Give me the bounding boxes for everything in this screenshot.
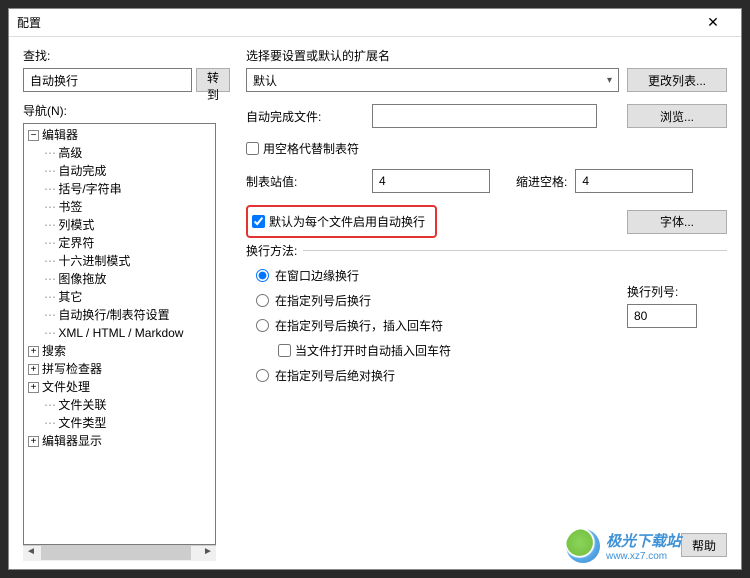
nav-label: 导航(N): bbox=[23, 102, 216, 119]
search-label: 查找: bbox=[23, 47, 216, 64]
tree-item-label: 图像拖放 bbox=[58, 272, 106, 286]
wrap-radio-window-edge[interactable]: 在窗口边缘换行 bbox=[256, 267, 727, 284]
wrap-radio-absolute[interactable]: 在指定列号后绝对换行 bbox=[256, 367, 727, 384]
tree-item[interactable]: ⋯ 书签 bbox=[24, 198, 215, 216]
enable-wrap-checkbox[interactable]: 默认为每个文件启用自动换行 bbox=[252, 213, 425, 230]
tree-item-label: 编辑器显示 bbox=[42, 434, 102, 448]
titlebar: 配置 ✕ bbox=[9, 9, 741, 37]
tree-item-label: 自动换行/制表符设置 bbox=[58, 308, 169, 322]
tree-item[interactable]: +拼写检查器 bbox=[24, 360, 215, 378]
tree-toggle-icon[interactable]: + bbox=[28, 436, 39, 447]
tree-item[interactable]: ⋯ 自动完成 bbox=[24, 162, 215, 180]
tree-item-label: 搜索 bbox=[42, 344, 66, 358]
chevron-down-icon: ▾ bbox=[607, 75, 612, 86]
tree-item-label: 拼写检查器 bbox=[42, 362, 102, 376]
tree-item[interactable]: ⋯ 定界符 bbox=[24, 234, 215, 252]
enable-wrap-check-input[interactable] bbox=[252, 215, 265, 228]
tree-item[interactable]: ⋯ XML / HTML / Markdow bbox=[24, 324, 215, 342]
tree-item[interactable]: ⋯ 列模式 bbox=[24, 216, 215, 234]
watermark-logo-icon bbox=[566, 529, 600, 563]
tree-item[interactable]: +文件处理 bbox=[24, 378, 215, 396]
right-panel: 选择要设置或默认的扩展名 默认 ▾ 更改列表... 自动完成文件: 浏览... … bbox=[224, 37, 741, 569]
tree-item[interactable]: −编辑器 bbox=[24, 126, 215, 144]
indent-input[interactable] bbox=[575, 169, 693, 193]
wrap-col-input[interactable] bbox=[627, 304, 697, 328]
tree-item-label: 列模式 bbox=[58, 218, 94, 232]
dialog-title: 配置 bbox=[17, 14, 693, 31]
indent-label: 缩进空格: bbox=[516, 173, 567, 190]
tree-item[interactable]: ⋯ 文件关联 bbox=[24, 396, 215, 414]
tree-item[interactable]: ⋯ 其它 bbox=[24, 288, 215, 306]
autocomp-label: 自动完成文件: bbox=[246, 108, 364, 125]
config-dialog: 配置 ✕ 查找: 转到 导航(N): −编辑器⋯ 高级⋯ 自动完成⋯ 括号/字符… bbox=[8, 8, 742, 570]
ext-select[interactable]: 默认 ▾ bbox=[246, 68, 619, 92]
scroll-thumb[interactable] bbox=[41, 546, 191, 560]
change-list-button[interactable]: 更改列表... bbox=[627, 68, 727, 92]
tree-item[interactable]: +搜索 bbox=[24, 342, 215, 360]
autocomp-input[interactable] bbox=[372, 104, 597, 128]
wrap-col-label: 换行列号: bbox=[627, 283, 697, 300]
tab-stop-label: 制表站值: bbox=[246, 173, 364, 190]
tree-toggle-icon[interactable]: + bbox=[28, 346, 39, 357]
tree-item[interactable]: ⋯ 图像拖放 bbox=[24, 270, 215, 288]
close-icon: ✕ bbox=[707, 14, 719, 31]
ext-label: 选择要设置或默认的扩展名 bbox=[246, 47, 727, 64]
tree-item-label: 文件类型 bbox=[58, 416, 106, 430]
tree-item-label: 文件关联 bbox=[58, 398, 106, 412]
tree-item[interactable]: +编辑器显示 bbox=[24, 432, 215, 450]
tree-toggle-icon[interactable]: + bbox=[28, 364, 39, 375]
font-button[interactable]: 字体... bbox=[627, 210, 727, 234]
tree-h-scrollbar[interactable]: ◄ ► bbox=[23, 545, 216, 561]
wrap-group-title: 换行方法: bbox=[246, 242, 303, 259]
nav-tree[interactable]: −编辑器⋯ 高级⋯ 自动完成⋯ 括号/字符串⋯ 书签⋯ 列模式⋯ 定界符⋯ 十六… bbox=[23, 123, 216, 545]
close-button[interactable]: ✕ bbox=[693, 10, 733, 36]
use-spaces-label: 用空格代替制表符 bbox=[263, 140, 359, 157]
browse-button[interactable]: 浏览... bbox=[627, 104, 727, 128]
tree-item[interactable]: ⋯ 文件类型 bbox=[24, 414, 215, 432]
tree-item-label: 自动完成 bbox=[58, 164, 106, 178]
tree-item-label: 文件处理 bbox=[42, 380, 90, 394]
scroll-right-icon[interactable]: ► bbox=[200, 546, 216, 561]
auto-insert-cr-checkbox[interactable]: 当文件打开时自动插入回车符 bbox=[278, 342, 727, 359]
help-button[interactable]: 帮助 bbox=[681, 533, 727, 557]
tree-item-label: 书签 bbox=[58, 200, 82, 214]
tree-toggle-icon[interactable]: + bbox=[28, 382, 39, 393]
left-panel: 查找: 转到 导航(N): −编辑器⋯ 高级⋯ 自动完成⋯ 括号/字符串⋯ 书签… bbox=[9, 37, 224, 569]
tree-item[interactable]: ⋯ 十六进制模式 bbox=[24, 252, 215, 270]
search-input[interactable] bbox=[23, 68, 192, 92]
tree-item-label: 定界符 bbox=[58, 236, 94, 250]
ext-select-value: 默认 bbox=[253, 72, 277, 89]
tab-stop-input[interactable] bbox=[372, 169, 490, 193]
tree-item-label: 其它 bbox=[58, 290, 82, 304]
tree-item[interactable]: ⋯ 高级 bbox=[24, 144, 215, 162]
enable-wrap-label: 默认为每个文件启用自动换行 bbox=[269, 213, 425, 230]
use-spaces-check-input[interactable] bbox=[246, 142, 259, 155]
watermark: 极光下载站 www.xz7.com bbox=[566, 529, 681, 563]
watermark-title: 极光下载站 bbox=[606, 530, 681, 551]
tree-item-label: XML / HTML / Markdow bbox=[58, 326, 183, 340]
use-spaces-checkbox[interactable]: 用空格代替制表符 bbox=[246, 140, 359, 157]
wrap-method-group: 换行方法: 在窗口边缘换行 在指定列号后换行 在指定列号后换行，插入回车符 当文… bbox=[246, 250, 727, 384]
scroll-left-icon[interactable]: ◄ bbox=[23, 546, 39, 561]
enable-wrap-highlight: 默认为每个文件启用自动换行 bbox=[246, 205, 437, 238]
wrap-column-group: 换行列号: bbox=[627, 283, 697, 328]
tree-toggle-icon[interactable]: − bbox=[28, 130, 39, 141]
tree-item[interactable]: ⋯ 括号/字符串 bbox=[24, 180, 215, 198]
tree-item[interactable]: ⋯ 自动换行/制表符设置 bbox=[24, 306, 215, 324]
tree-item-label: 括号/字符串 bbox=[58, 182, 121, 196]
tree-item-label: 编辑器 bbox=[42, 128, 78, 142]
tree-item-label: 高级 bbox=[58, 146, 82, 160]
tree-item-label: 十六进制模式 bbox=[58, 254, 130, 268]
watermark-url: www.xz7.com bbox=[606, 551, 681, 562]
